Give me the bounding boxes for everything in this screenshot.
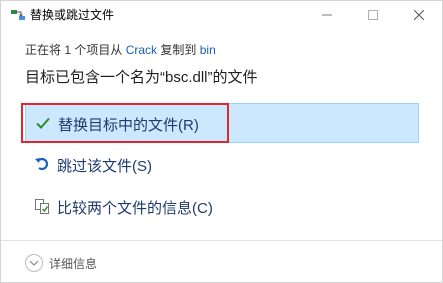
conflict-headline: 目标已包含一个名为“bsc.dll”的文件 [25, 69, 258, 86]
compare-files-icon [35, 199, 49, 214]
skip-arrow-icon [35, 157, 49, 171]
chevron-down-icon [25, 254, 43, 272]
skip-file-label: 跳过该文件(S) [57, 158, 152, 175]
status-prefix: 正在将 1 个项目从 [25, 43, 123, 57]
copy-files-icon [11, 10, 25, 20]
copy-status-text: 正在将 1 个项目从 Crack 复制到 bin [25, 41, 216, 58]
compare-files-label: 比较两个文件的信息(C) [57, 200, 213, 217]
close-button[interactable] [396, 1, 442, 28]
close-icon [414, 9, 424, 20]
replace-or-skip-dialog: 替换或跳过文件 正在将 1 个项目从 Crack 复制到 bin 目标已包含一个… [0, 0, 443, 283]
source-folder-link[interactable]: Crack [126, 43, 157, 57]
footer-divider [1, 240, 442, 241]
destination-folder-link[interactable]: bin [200, 43, 216, 57]
maximize-icon [368, 9, 378, 20]
window-title: 替换或跳过文件 [30, 8, 115, 22]
annotation-highlight-box [21, 103, 229, 143]
minimize-icon [322, 14, 332, 15]
status-middle: 复制到 [160, 43, 197, 57]
more-details-label: 详细信息 [49, 256, 98, 271]
maximize-button[interactable] [350, 1, 396, 28]
compare-files-option[interactable]: 比较两个文件的信息(C) [25, 187, 419, 227]
more-details-toggle[interactable]: 详细信息 [25, 252, 97, 274]
skip-file-option[interactable]: 跳过该文件(S) [25, 145, 419, 185]
minimize-button[interactable] [304, 1, 350, 28]
title-bar: 替换或跳过文件 [1, 1, 442, 28]
